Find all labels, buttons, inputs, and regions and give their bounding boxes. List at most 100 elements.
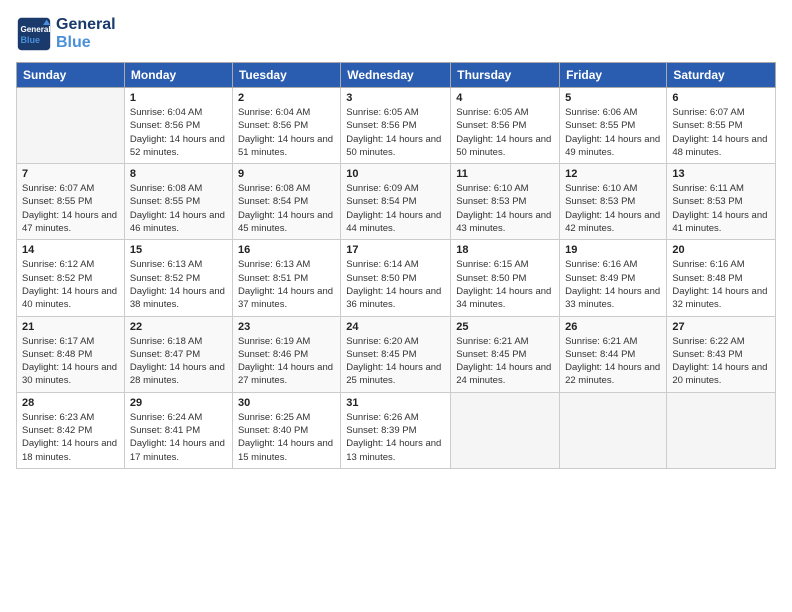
day-info: Sunrise: 6:12 AM Sunset: 8:52 PM Dayligh… (22, 258, 119, 311)
day-info: Sunrise: 6:26 AM Sunset: 8:39 PM Dayligh… (346, 411, 445, 464)
day-info: Sunrise: 6:23 AM Sunset: 8:42 PM Dayligh… (22, 411, 119, 464)
day-cell: 29 Sunrise: 6:24 AM Sunset: 8:41 PM Dayli… (124, 392, 232, 468)
day-cell: 16 Sunrise: 6:13 AM Sunset: 8:51 PM Dayli… (232, 240, 340, 316)
day-number: 3 (346, 92, 445, 104)
day-cell: 6Sunrise: 6:07 AM Sunset: 8:55 PM Daylig… (667, 88, 776, 164)
day-info: Sunrise: 6:21 AM Sunset: 8:45 PM Dayligh… (456, 335, 554, 388)
day-number: 11 (456, 168, 554, 180)
calendar-table: SundayMondayTuesdayWednesdayThursdayFrid… (16, 62, 776, 469)
calendar-container: General Blue GeneralBlue SundayMondayTue… (0, 0, 792, 477)
weekday-header-sunday: Sunday (17, 63, 125, 88)
day-number: 27 (672, 321, 770, 333)
week-row-4: 21 Sunrise: 6:17 AM Sunset: 8:48 PM Dayli… (17, 316, 776, 392)
day-info: Sunrise: 6:21 AM Sunset: 8:44 PM Dayligh… (565, 335, 661, 388)
weekday-header-friday: Friday (560, 63, 667, 88)
day-info: Sunrise: 6:15 AM Sunset: 8:50 PM Dayligh… (456, 258, 554, 311)
day-cell: 26Sunrise: 6:21 AM Sunset: 8:44 PM Dayli… (560, 316, 667, 392)
logo: General Blue GeneralBlue (16, 16, 116, 52)
day-cell: 15Sunrise: 6:13 AM Sunset: 8:52 PM Dayli… (124, 240, 232, 316)
weekday-header-tuesday: Tuesday (232, 63, 340, 88)
day-cell: 10 Sunrise: 6:09 AM Sunset: 8:54 PM Dayli… (341, 164, 451, 240)
day-info: Sunrise: 6:05 AM Sunset: 8:56 PM Dayligh… (456, 106, 554, 159)
day-number: 1 (130, 92, 227, 104)
day-number: 18 (456, 244, 554, 256)
day-info: Sunrise: 6:16 AM Sunset: 8:49 PM Dayligh… (565, 258, 661, 311)
day-info: Sunrise: 6:07 AM Sunset: 8:55 PM Dayligh… (672, 106, 770, 159)
day-cell: 3 Sunrise: 6:05 AM Sunset: 8:56 PM Daylig… (341, 88, 451, 164)
day-info: Sunrise: 6:25 AM Sunset: 8:40 PM Dayligh… (238, 411, 335, 464)
day-cell (451, 392, 560, 468)
day-info: Sunrise: 6:08 AM Sunset: 8:55 PM Dayligh… (130, 182, 227, 235)
day-info: Sunrise: 6:04 AM Sunset: 8:56 PM Dayligh… (238, 106, 335, 159)
day-cell: 2 Sunrise: 6:04 AM Sunset: 8:56 PM Daylig… (232, 88, 340, 164)
day-info: Sunrise: 6:09 AM Sunset: 8:54 PM Dayligh… (346, 182, 445, 235)
day-number: 14 (22, 244, 119, 256)
day-cell: 17Sunrise: 6:14 AM Sunset: 8:50 PM Dayli… (341, 240, 451, 316)
day-info: Sunrise: 6:17 AM Sunset: 8:48 PM Dayligh… (22, 335, 119, 388)
day-number: 8 (130, 168, 227, 180)
day-number: 16 (238, 244, 335, 256)
day-info: Sunrise: 6:13 AM Sunset: 8:52 PM Dayligh… (130, 258, 227, 311)
svg-text:General: General (21, 25, 51, 34)
day-cell: 9Sunrise: 6:08 AM Sunset: 8:54 PM Daylig… (232, 164, 340, 240)
day-number: 30 (238, 397, 335, 409)
weekday-header-thursday: Thursday (451, 63, 560, 88)
svg-text:Blue: Blue (21, 35, 41, 45)
day-info: Sunrise: 6:22 AM Sunset: 8:43 PM Dayligh… (672, 335, 770, 388)
day-cell: 14 Sunrise: 6:12 AM Sunset: 8:52 PM Dayli… (17, 240, 125, 316)
day-number: 10 (346, 168, 445, 180)
day-cell: 23 Sunrise: 6:19 AM Sunset: 8:46 PM Dayli… (232, 316, 340, 392)
day-cell: 30 Sunrise: 6:25 AM Sunset: 8:40 PM Dayli… (232, 392, 340, 468)
week-row-3: 14 Sunrise: 6:12 AM Sunset: 8:52 PM Dayli… (17, 240, 776, 316)
day-info: Sunrise: 6:20 AM Sunset: 8:45 PM Dayligh… (346, 335, 445, 388)
day-cell: 28 Sunrise: 6:23 AM Sunset: 8:42 PM Dayli… (17, 392, 125, 468)
weekday-header-row: SundayMondayTuesdayWednesdayThursdayFrid… (17, 63, 776, 88)
day-number: 29 (130, 397, 227, 409)
logo-text: GeneralBlue (56, 16, 116, 51)
weekday-header-wednesday: Wednesday (341, 63, 451, 88)
weekday-header-monday: Monday (124, 63, 232, 88)
day-cell (667, 392, 776, 468)
day-number: 19 (565, 244, 661, 256)
day-number: 4 (456, 92, 554, 104)
day-number: 25 (456, 321, 554, 333)
day-info: Sunrise: 6:10 AM Sunset: 8:53 PM Dayligh… (456, 182, 554, 235)
day-number: 13 (672, 168, 770, 180)
day-number: 28 (22, 397, 119, 409)
day-info: Sunrise: 6:10 AM Sunset: 8:53 PM Dayligh… (565, 182, 661, 235)
day-cell: 31 Sunrise: 6:26 AM Sunset: 8:39 PM Dayli… (341, 392, 451, 468)
day-number: 22 (130, 321, 227, 333)
day-cell: 5Sunrise: 6:06 AM Sunset: 8:55 PM Daylig… (560, 88, 667, 164)
day-cell: 8 Sunrise: 6:08 AM Sunset: 8:55 PM Daylig… (124, 164, 232, 240)
day-info: Sunrise: 6:16 AM Sunset: 8:48 PM Dayligh… (672, 258, 770, 311)
day-cell (560, 392, 667, 468)
day-info: Sunrise: 6:04 AM Sunset: 8:56 PM Dayligh… (130, 106, 227, 159)
day-number: 31 (346, 397, 445, 409)
day-info: Sunrise: 6:18 AM Sunset: 8:47 PM Dayligh… (130, 335, 227, 388)
day-cell: 24Sunrise: 6:20 AM Sunset: 8:45 PM Dayli… (341, 316, 451, 392)
day-info: Sunrise: 6:05 AM Sunset: 8:56 PM Dayligh… (346, 106, 445, 159)
day-cell: 11 Sunrise: 6:10 AM Sunset: 8:53 PM Dayli… (451, 164, 560, 240)
day-number: 2 (238, 92, 335, 104)
day-info: Sunrise: 6:19 AM Sunset: 8:46 PM Dayligh… (238, 335, 335, 388)
day-info: Sunrise: 6:13 AM Sunset: 8:51 PM Dayligh… (238, 258, 335, 311)
day-cell (17, 88, 125, 164)
day-cell: 18 Sunrise: 6:15 AM Sunset: 8:50 PM Dayli… (451, 240, 560, 316)
header: General Blue GeneralBlue (16, 16, 776, 52)
day-info: Sunrise: 6:08 AM Sunset: 8:54 PM Dayligh… (238, 182, 335, 235)
day-cell: 12 Sunrise: 6:10 AM Sunset: 8:53 PM Dayli… (560, 164, 667, 240)
day-number: 23 (238, 321, 335, 333)
week-row-2: 7Sunrise: 6:07 AM Sunset: 8:55 PM Daylig… (17, 164, 776, 240)
day-number: 12 (565, 168, 661, 180)
day-info: Sunrise: 6:24 AM Sunset: 8:41 PM Dayligh… (130, 411, 227, 464)
week-row-1: 1 Sunrise: 6:04 AM Sunset: 8:56 PM Daylig… (17, 88, 776, 164)
day-cell: 21 Sunrise: 6:17 AM Sunset: 8:48 PM Dayli… (17, 316, 125, 392)
day-cell: 4 Sunrise: 6:05 AM Sunset: 8:56 PM Daylig… (451, 88, 560, 164)
day-cell: 25 Sunrise: 6:21 AM Sunset: 8:45 PM Dayli… (451, 316, 560, 392)
logo-icon: General Blue (16, 16, 52, 52)
day-cell: 27 Sunrise: 6:22 AM Sunset: 8:43 PM Dayli… (667, 316, 776, 392)
week-row-5: 28 Sunrise: 6:23 AM Sunset: 8:42 PM Dayli… (17, 392, 776, 468)
day-number: 21 (22, 321, 119, 333)
day-info: Sunrise: 6:06 AM Sunset: 8:55 PM Dayligh… (565, 106, 661, 159)
day-number: 7 (22, 168, 119, 180)
